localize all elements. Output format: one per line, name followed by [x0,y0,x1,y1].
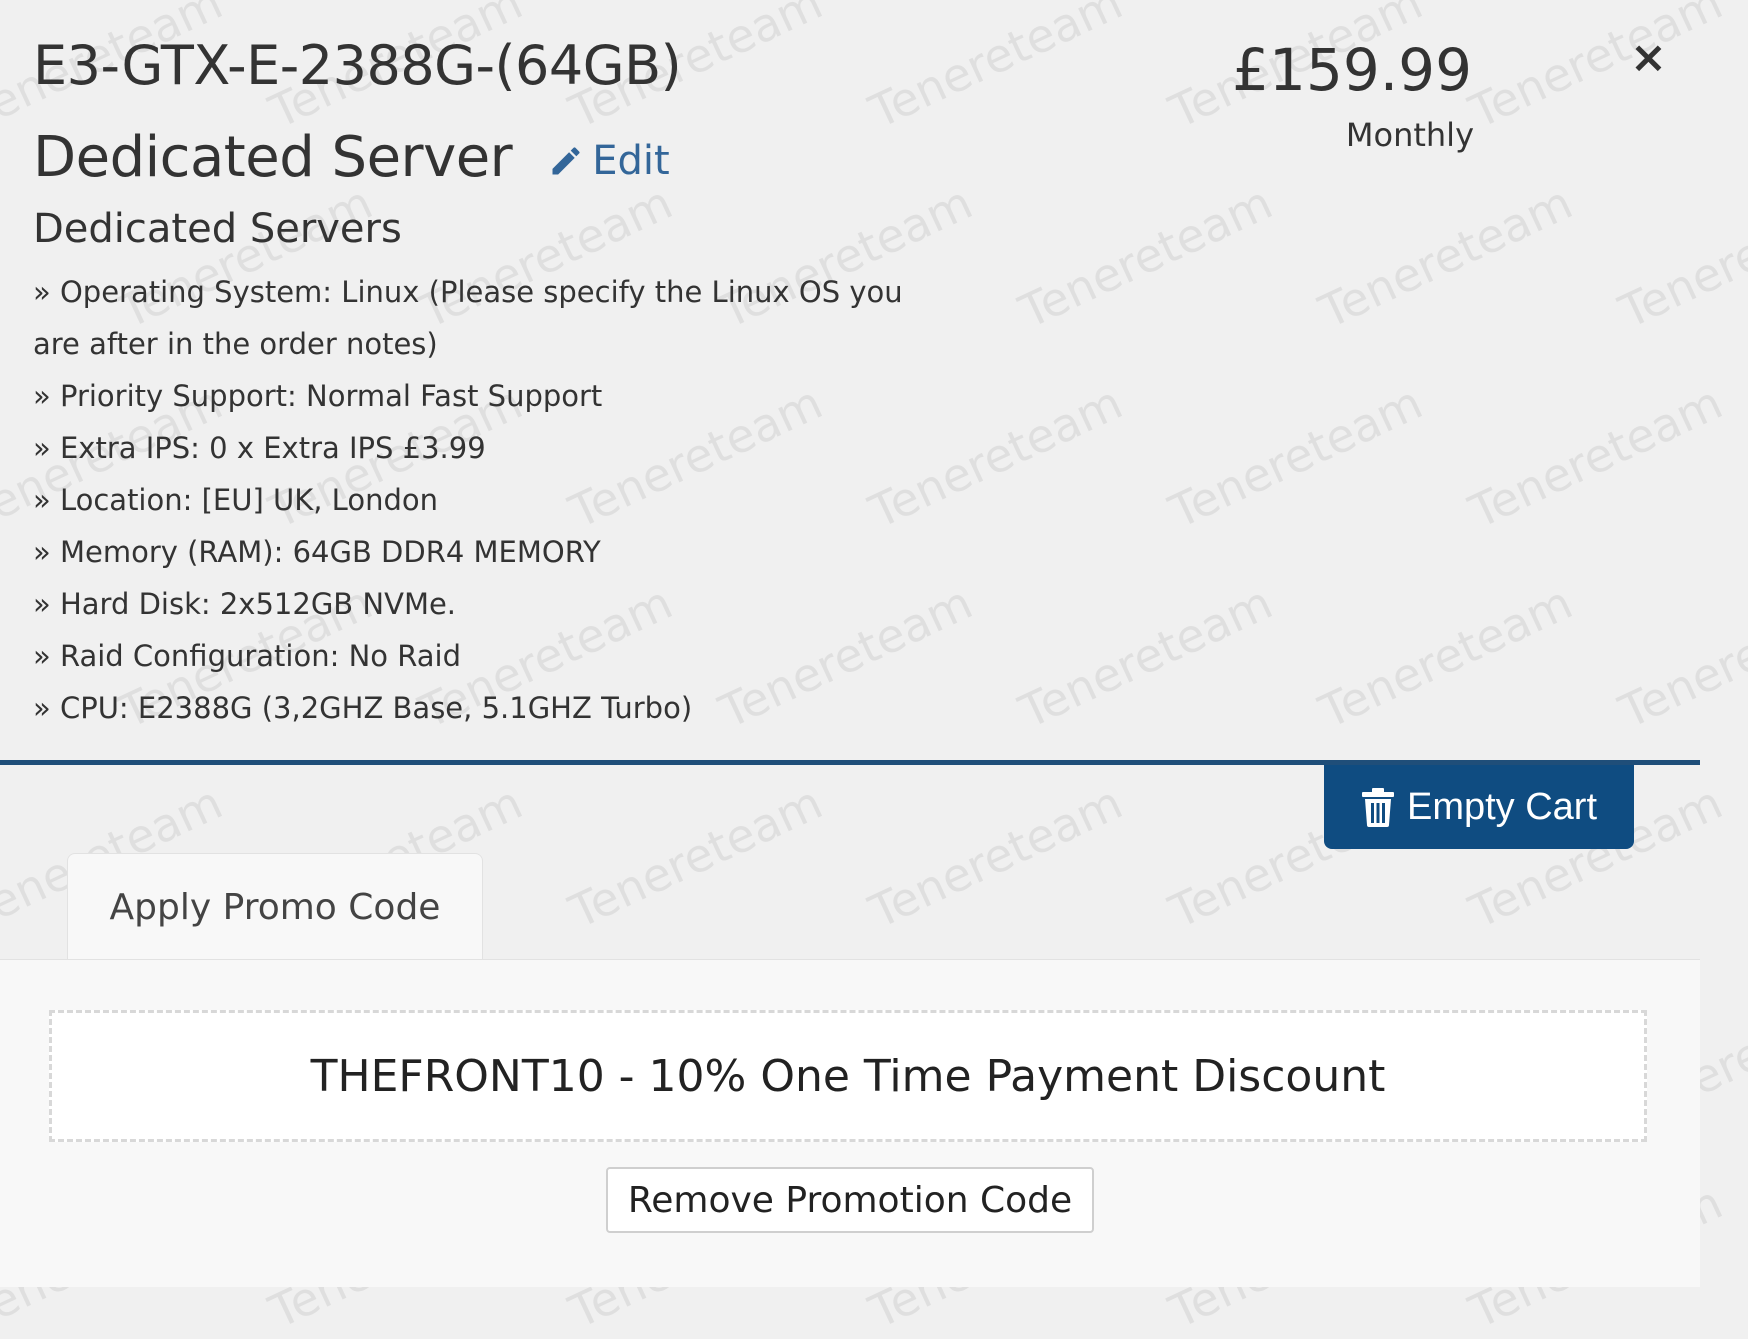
applied-promo-code: THEFRONT10 - 10% One Time Payment Discou… [49,1010,1647,1142]
empty-cart-label: Empty Cart [1406,785,1598,828]
watermark-text: Tenereteam [561,775,831,939]
edit-label: Edit [592,138,670,184]
product-group: Dedicated Servers [33,206,402,252]
option-operating-system: » Operating System: Linux (Please specif… [33,275,903,361]
trash-icon [1361,788,1394,827]
empty-cart-button[interactable]: Empty Cart [1324,765,1634,849]
option-priority-support: » Priority Support: Normal Fast Support [33,379,603,413]
option-raid: » Raid Configuration: No Raid [33,639,461,673]
option-location: » Location: [EU] UK, London [33,483,438,517]
option-extra-ips: » Extra IPS: 0 x Extra IPS £3.99 [33,431,486,465]
pencil-icon [552,147,580,175]
tab-apply-promo-code[interactable]: Apply Promo Code [67,853,483,961]
product-options: » Operating System: Linux (Please specif… [33,266,913,734]
edit-link[interactable]: Edit [548,138,670,184]
product-type-row: Dedicated Server Edit [33,122,670,192]
product-type: Dedicated Server [33,124,513,190]
remove-promotion-code-button[interactable]: Remove Promotion Code [606,1167,1094,1233]
billing-cycle: Monthly [1345,116,1474,154]
cart-item: E3-GTX-E-2388G-(64GB) Dedicated Server E… [0,0,1700,762]
product-name: E3-GTX-E-2388G-(64GB) [33,34,682,97]
promo-panel: THEFRONT10 - 10% One Time Payment Discou… [0,959,1700,1287]
option-memory: » Memory (RAM): 64GB DDR4 MEMORY [33,535,601,569]
remove-item-close-icon[interactable]: × [1630,36,1667,80]
watermark-text: Tenereteam [861,775,1131,939]
option-hard-disk: » Hard Disk: 2x512GB NVMe. [33,587,457,621]
item-price: £159.99 [1232,36,1472,104]
option-cpu: » CPU: E2388G (3,2GHZ Base, 5.1GHZ Turbo… [33,691,693,725]
